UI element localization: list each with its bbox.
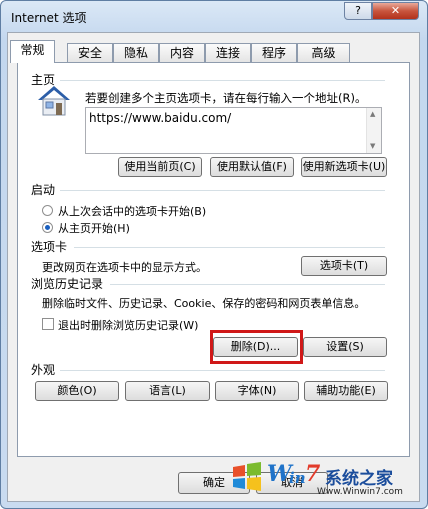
delete-on-exit-label[interactable]: 退出时删除浏览历史记录(W) [58,317,198,333]
colors-button[interactable]: 颜色(O) [35,381,119,401]
help-button[interactable]: ? [344,2,372,20]
tabs-divider [74,247,385,248]
close-button[interactable]: ✕ [372,2,419,20]
tab-content[interactable]: 内容 [159,43,205,63]
tabs-heading: 选项卡 [31,240,68,254]
tab-advanced[interactable]: 高级 [297,43,350,63]
appearance-heading: 外观 [31,363,56,377]
homepage-scrollbar[interactable]: ▲ ▼ [366,108,381,153]
tabs-description: 更改网页在选项卡中的显示方式。 [42,261,207,274]
startup-heading: 启动 [31,183,56,197]
history-heading: 浏览历史记录 [31,277,104,291]
title-bar[interactable]: Internet 选项 ? ✕ [1,1,427,33]
history-settings-button[interactable]: 设置(S) [303,337,387,357]
history-description: 删除临时文件、历史记录、Cookie、保存的密码和网页表单信息。 [42,297,366,310]
window-title: Internet 选项 [11,11,87,25]
watermark-brand-cn: 系统之家 [325,469,393,489]
delete-highlight-box [210,330,303,364]
tab-privacy[interactable]: 隐私 [113,43,159,63]
appearance-divider [60,370,385,371]
use-new-tab-button[interactable]: 使用新选项卡(U) [301,157,387,177]
delete-on-exit-checkbox[interactable] [42,318,54,330]
accessibility-button[interactable]: 辅助功能(E) [304,381,388,401]
homepage-url-textarea[interactable]: https://www.baidu.com/ ▲ ▼ [85,107,382,154]
radio-last-session-label[interactable]: 从上次会话中的选项卡开始(B) [58,203,206,219]
use-current-button[interactable]: 使用当前页(C) [118,157,202,177]
win7-watermark: W in 7 系统之家 Www.Winwin7.com [229,457,424,505]
tabs-settings-button[interactable]: 选项卡(T) [301,256,387,276]
home-instruction: 若要创建多个主页选项卡，请在每行输入一个地址(R)。 [85,91,367,105]
homepage-url-text: https://www.baidu.com/ [89,111,232,125]
windows-logo-icon [233,462,261,491]
tab-connections[interactable]: 连接 [205,43,251,63]
radio-home-page[interactable] [42,222,53,233]
radio-last-session[interactable] [42,205,53,216]
watermark-brand-in: in [289,469,306,487]
tab-general[interactable]: 常规 [10,40,55,63]
use-default-button[interactable]: 使用默认值(F) [210,157,294,177]
house-icon [38,86,70,116]
home-divider [60,80,385,81]
fonts-button[interactable]: 字体(N) [215,381,299,401]
languages-button[interactable]: 语言(L) [125,381,210,401]
tab-security[interactable]: 安全 [67,43,113,63]
scroll-up-arrow-icon[interactable]: ▲ [370,110,375,118]
startup-divider [60,190,385,191]
tab-programs[interactable]: 程序 [251,43,297,63]
watermark-url: Www.Winwin7.com [317,487,403,497]
radio-home-page-label[interactable]: 从主页开始(H) [58,220,130,236]
watermark-brand-7: 7 [305,461,321,487]
history-divider [110,284,385,285]
scroll-down-arrow-icon[interactable]: ▼ [370,142,375,150]
watermark-brand-w: W [267,461,292,487]
